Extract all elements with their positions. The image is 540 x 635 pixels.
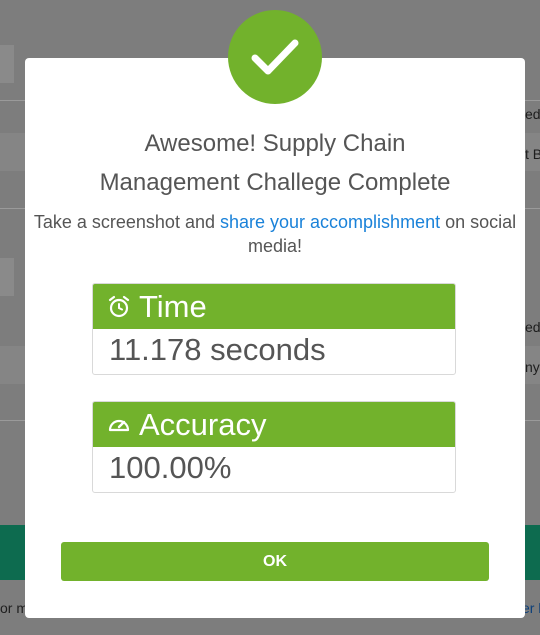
time-value: 11.178 seconds <box>109 332 326 367</box>
accuracy-label: Accuracy <box>139 406 267 442</box>
modal-title: Awesome! Supply Chain Management Challeg… <box>25 124 525 202</box>
accuracy-stat-card: Accuracy 100.00% <box>92 401 456 493</box>
modal-subtitle: Take a screenshot and share your accompl… <box>25 210 525 258</box>
bg-input <box>0 45 14 83</box>
bg-text: ed <box>525 319 540 335</box>
modal-title-line: Management Challege Complete <box>99 169 451 196</box>
subtitle-text: Take a screenshot and <box>33 212 220 232</box>
bg-text: t B <box>525 146 540 162</box>
time-label: Time <box>139 288 207 324</box>
modal-title-line: Awesome! Supply Chain <box>144 130 406 157</box>
ok-button[interactable]: OK <box>61 542 489 581</box>
check-icon <box>228 10 322 104</box>
bg-input <box>0 258 14 296</box>
bg-text: or m <box>0 600 28 616</box>
alarm-clock-icon <box>107 295 131 319</box>
share-link[interactable]: share your accomplishment <box>220 212 440 232</box>
accuracy-value: 100.00% <box>109 450 232 485</box>
accuracy-stat-header: Accuracy <box>93 402 455 447</box>
time-stat-card: Time 11.178 seconds <box>92 283 456 375</box>
bg-text: ed <box>525 106 540 122</box>
time-stat-header: Time <box>93 284 455 329</box>
gauge-icon <box>107 413 131 437</box>
bg-text: ny <box>525 359 540 375</box>
